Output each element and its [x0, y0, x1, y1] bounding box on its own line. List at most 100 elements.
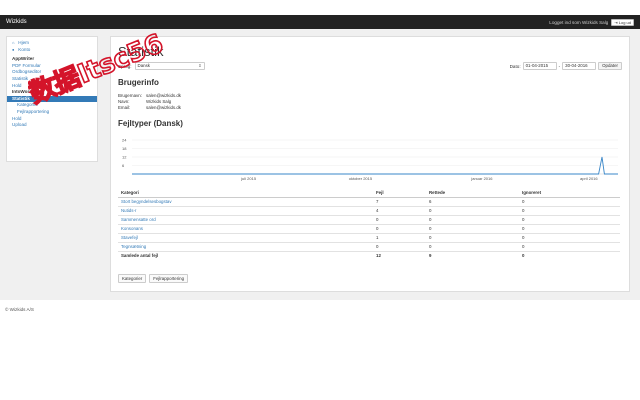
table-cell: 0 [426, 205, 519, 215]
language-select-value: Dansk [137, 63, 150, 68]
column-header-corrected: Rettede [426, 188, 519, 198]
category-link[interactable]: Stavefejl [118, 232, 373, 242]
bottom-button-row: Kategorier Fejlrapportering [118, 274, 189, 283]
table-cell: 0 [426, 232, 519, 242]
userinfo-title: Brugerinfo [118, 78, 159, 87]
table-cell: 0 [519, 205, 620, 215]
userinfo-row: Email: salen@wizkids.dk [118, 105, 181, 111]
language-select[interactable]: Dansk ⇕ [134, 62, 205, 70]
table-cell: 0 [373, 214, 426, 224]
table-cell: 0 [426, 223, 519, 233]
date-to-input[interactable]: 30-04-2016 [562, 62, 597, 70]
categories-button[interactable]: Kategorier [118, 274, 147, 283]
table-row: Nutids-r 4 0 0 [118, 205, 620, 215]
brand-logo[interactable]: Wizkids [6, 19, 27, 25]
sidebar-item-categories[interactable]: Kategorier [7, 102, 97, 109]
userinfo-list: Brugernavn: salen@wizkids.dk Navn: Wizki… [118, 93, 181, 111]
category-link[interactable]: Konsonans [118, 223, 373, 233]
userinfo-value: salen@wizkids.dk [146, 105, 181, 110]
category-link[interactable]: Tegnsætning [118, 241, 373, 251]
errortypes-title: Fejltyper (Dansk) [118, 119, 183, 128]
date-separator: - [558, 63, 561, 69]
total-cell: Samlede antal fejl [118, 250, 373, 260]
logout-icon: ⇥ [614, 19, 618, 25]
date-from-input[interactable]: 01-04-2015 [522, 62, 557, 70]
sidebar-item-upload[interactable]: Upload [7, 122, 97, 129]
sidebar-item-pdf-form[interactable]: PDF Formular [7, 63, 97, 70]
top-navbar: Wizkids Logget ind som Wizkids Salg ⇥ Lo… [0, 15, 640, 29]
main-panel: Statistik Sprog: Dansk ⇕ Dato: 01-04-201… [110, 36, 630, 292]
userinfo-label: Email: [118, 105, 131, 110]
logout-label: Log ud [618, 19, 631, 25]
y-tick-label: 12 [122, 155, 127, 160]
column-header-category: Kategori [118, 188, 373, 198]
table-cell: 0 [519, 232, 620, 242]
sidebar-header-intowords: IntoWords [12, 89, 35, 95]
sidebar: ⌂ Hjem ● Konto AppWriter PDF Formular Or… [6, 36, 98, 162]
y-tick-label: 6 [122, 163, 125, 168]
x-tick-label: april 2016 [580, 176, 598, 181]
table-row: Stavefejl 1 0 0 [118, 232, 620, 242]
table-cell: 0 [519, 214, 620, 224]
language-selector-row: Sprog: Dansk ⇕ [118, 62, 205, 70]
table-cell: 0 [519, 223, 620, 233]
table-cell: 0 [519, 241, 620, 251]
chart-grid [132, 139, 618, 175]
table-row: Stort begyndelsesbogstav 7 6 0 [118, 196, 620, 206]
home-icon: ⌂ [12, 40, 15, 45]
chart-x-ticks: juli 2015 oktober 2015 januar 2016 april 20… [240, 176, 598, 181]
sidebar-item-statistics-appwriter[interactable]: Statistik [7, 76, 97, 83]
sidebar-item-statistics[interactable]: Statistik [7, 95, 97, 103]
total-cell: 9 [426, 250, 519, 260]
sidebar-item-error-reporting[interactable]: Fejlrapportering [7, 109, 97, 116]
category-link[interactable]: Sammensatte ord [118, 214, 373, 224]
sidebar-item-teams-appwriter[interactable]: Hold [7, 83, 97, 90]
error-table: Kategori Fejl Rettede Ignoreret Stort be… [118, 188, 620, 260]
date-label: Dato: [509, 63, 521, 69]
page-title: Statistik [118, 44, 164, 59]
table-cell: 7 [373, 196, 426, 206]
table-row: Tegnsætning 0 0 0 [118, 241, 620, 251]
total-cell: 12 [373, 250, 426, 260]
table-cell: 1 [373, 232, 426, 242]
sidebar-item-home[interactable]: ⌂ Hjem [7, 40, 97, 47]
sidebar-item-label: Konto [18, 46, 31, 52]
table-cell: 6 [426, 196, 519, 206]
y-tick-label: 18 [122, 146, 127, 151]
error-report-button[interactable]: Fejlrapportering [149, 274, 189, 283]
sidebar-item-account[interactable]: ● Konto [7, 47, 97, 54]
category-link[interactable]: Nutids-r [118, 205, 373, 215]
chevron-updown-icon: ⇕ [198, 63, 202, 68]
update-button[interactable]: Opdater [598, 62, 622, 70]
table-cell: 0 [426, 241, 519, 251]
x-tick-label: januar 2016 [470, 176, 493, 181]
table-row: Sammensatte ord 0 0 0 [118, 214, 620, 224]
error-chart: 24 18 12 6 juli 2015 oktober 2015 januar 2016… [122, 138, 618, 181]
table-cell: 0 [373, 241, 426, 251]
user-icon: ● [12, 46, 15, 52]
category-link[interactable]: Stort begyndelsesbogstav [118, 196, 373, 206]
chart-y-ticks: 24 18 12 6 [122, 138, 127, 169]
table-header-row: Kategori Fejl Rettede Ignoreret [118, 188, 620, 198]
column-header-errors: Fejl [373, 188, 426, 198]
column-header-ignored: Ignoreret [519, 188, 620, 198]
table-total-row: Samlede antal fejl 12 9 0 [118, 250, 620, 260]
y-tick-label: 24 [122, 138, 127, 143]
total-cell: 0 [519, 250, 620, 260]
table-row: Konsonans 0 0 0 [118, 223, 620, 233]
sidebar-item-dictionary-editor[interactable]: Ordbogseditor [7, 69, 97, 76]
sidebar-item-label: Hjem [18, 40, 30, 45]
date-range-row: Dato: 01-04-2015 - 30-04-2016 Opdater [510, 62, 622, 70]
logout-button[interactable]: ⇥ Log ud [611, 18, 634, 26]
user-area: Logget ind som Wizkids Salg ⇥ Log ud [549, 18, 634, 26]
footer-copyright: © Wizkids A/S [5, 307, 34, 312]
table-cell: 0 [519, 196, 620, 206]
table-cell: 0 [426, 214, 519, 224]
language-label: Sprog: [118, 63, 132, 69]
table-cell: 4 [373, 205, 426, 215]
sidebar-item-teams[interactable]: Hold [7, 116, 97, 123]
x-tick-label: oktober 2015 [349, 176, 373, 181]
x-tick-label: juli 2015 [240, 176, 257, 181]
logged-in-text: Logget ind som Wizkids Salg [549, 19, 609, 25]
sidebar-header-appwriter: AppWriter [12, 56, 35, 62]
